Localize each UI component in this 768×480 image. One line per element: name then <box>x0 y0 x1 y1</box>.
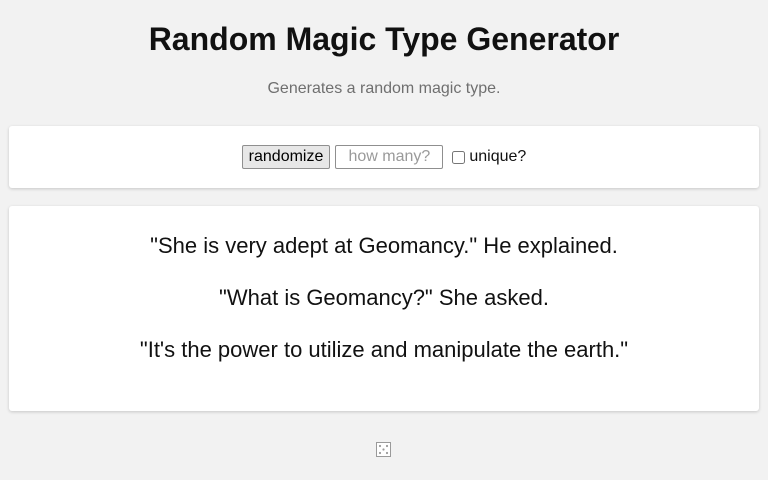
controls-panel: randomize unique? <box>9 126 759 188</box>
unique-toggle[interactable]: unique? <box>452 148 526 166</box>
count-input[interactable] <box>335 145 444 169</box>
output-line: "It's the power to utilize and manipulat… <box>139 337 629 362</box>
page-subtitle: Generates a random magic type. <box>267 80 501 97</box>
randomize-button[interactable]: randomize <box>241 145 331 169</box>
unique-checkbox[interactable] <box>452 150 466 164</box>
page-title: Random Magic Type Generator <box>148 21 620 57</box>
unique-label: unique? <box>469 148 527 165</box>
output-panel: "She is very adept at Geomancy." He expl… <box>9 206 759 411</box>
controls-row: randomize unique? <box>241 145 526 169</box>
output-line: "What is Geomancy?" She asked. <box>219 285 549 310</box>
output-line: "She is very adept at Geomancy." He expl… <box>150 233 618 258</box>
dice-icon[interactable] <box>376 442 391 457</box>
